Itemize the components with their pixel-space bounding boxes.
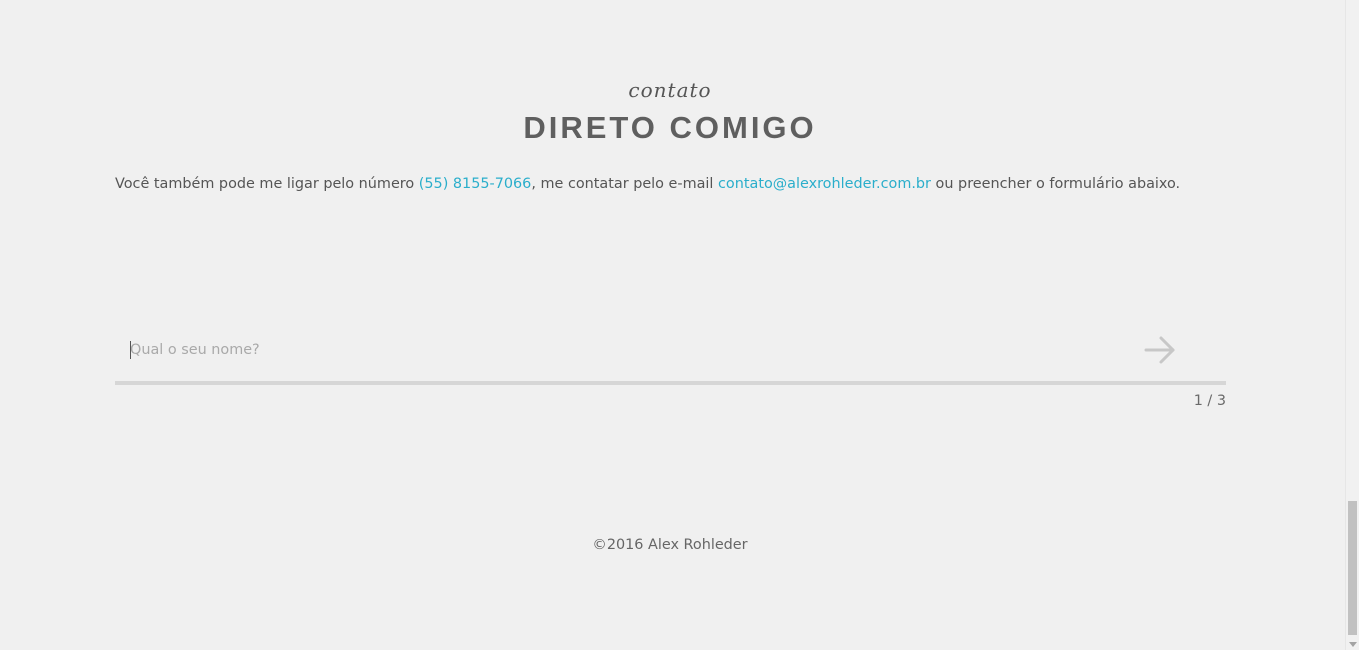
arrow-right-icon (1144, 336, 1175, 364)
scroll-down-arrow-icon[interactable] (1349, 642, 1357, 647)
intro-text-phone-prefix: Você também pode me ligar pelo número (115, 176, 419, 192)
page: contato DIRETO COMIGO Você também pode m… (0, 0, 1359, 650)
scrollbar[interactable] (1345, 0, 1359, 650)
text-caret (130, 341, 131, 359)
phone-link[interactable]: (55) 8155-7066 (419, 176, 532, 192)
intro-text-email-prefix: , me contatar pelo e-mail (531, 176, 719, 192)
step-counter: 1 / 3 (1193, 393, 1226, 409)
footer-copyright: ©2016 Alex Rohleder (592, 537, 748, 553)
email-link[interactable]: contato@alexrohleder.com.br (718, 176, 931, 192)
scrollbar-thumb[interactable] (1348, 501, 1357, 635)
intro-text-suffix: ou preencher o formulário abaixo. (930, 176, 1181, 192)
section-title: DIRETO COMIGO (523, 110, 817, 145)
next-step-button[interactable] (1141, 332, 1181, 368)
name-input[interactable] (130, 338, 1110, 362)
form-progress-track (115, 381, 1226, 385)
contact-form (115, 326, 1226, 382)
contact-section: contato DIRETO COMIGO Você também pode m… (0, 0, 1345, 650)
section-kicker: contato (628, 78, 712, 102)
contact-intro: Você também pode me ligar pelo número (5… (115, 176, 1265, 192)
